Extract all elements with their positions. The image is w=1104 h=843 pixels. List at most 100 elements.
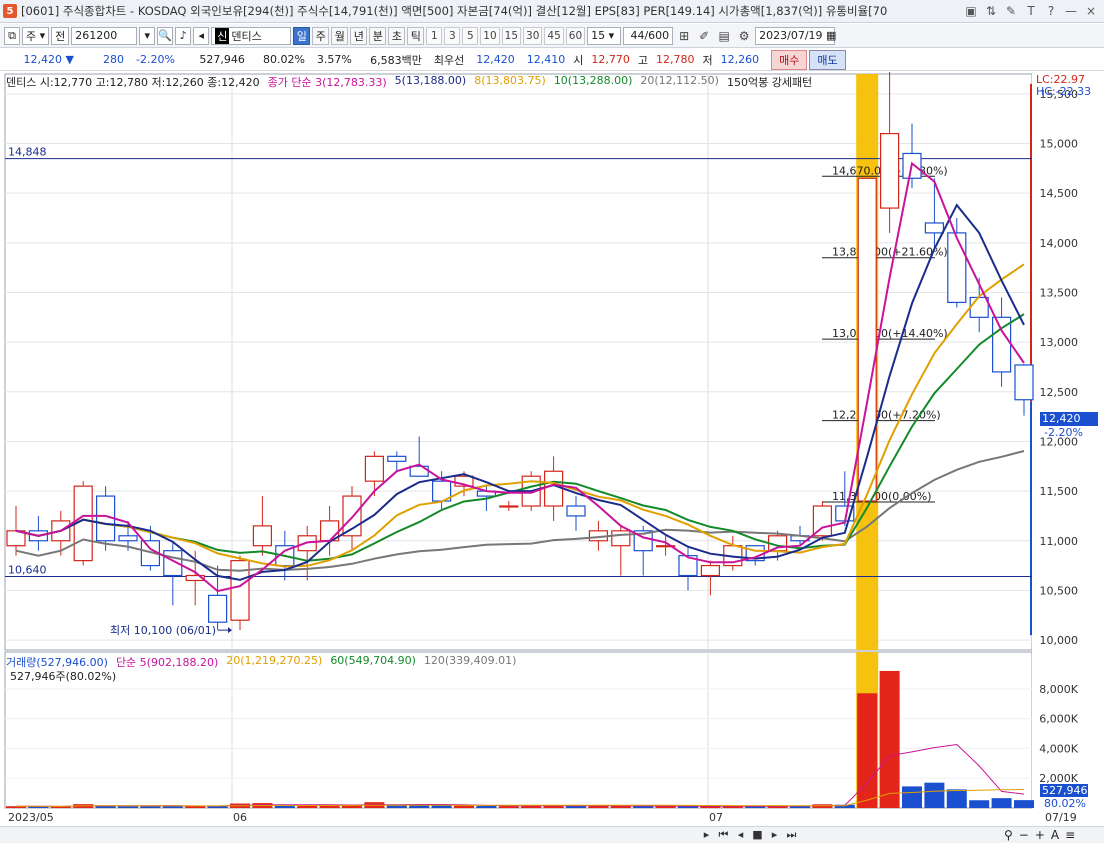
interval-5[interactable]: 5: [462, 26, 479, 45]
period-second[interactable]: 초: [388, 26, 406, 45]
low-price: 12,260: [720, 53, 760, 66]
interval-select[interactable]: 15 ▾: [587, 26, 622, 45]
count-total: /600: [644, 29, 670, 42]
current-price-pct: -2.20%: [1044, 426, 1083, 439]
arrow-left-icon[interactable]: ◂: [193, 26, 210, 45]
prev-icon[interactable]: ◂: [734, 828, 747, 841]
app-icon: 5: [3, 4, 17, 18]
low-label: 저: [702, 53, 713, 67]
volume-bar: [991, 798, 1012, 808]
period-year[interactable]: 년: [350, 26, 368, 45]
volume-sub-label: 527,946주(80.02%): [10, 670, 117, 683]
ask-label: 최우선: [433, 53, 465, 67]
volume-ratio: 80.02%: [262, 53, 305, 66]
hc-value: HC:-22.33: [1036, 85, 1092, 98]
zoom-icon[interactable]: ⊞: [675, 27, 693, 45]
volume-bar: [924, 782, 945, 808]
stock-code-input[interactable]: 261200: [71, 26, 138, 45]
stock-legend: 덴티스 시:12,770 고:12,780 저:12,260 종:12,420: [6, 76, 260, 89]
text-icon[interactable]: T: [1022, 2, 1040, 20]
candle-body: [364, 455, 384, 482]
last-icon[interactable]: ⏭: [785, 828, 798, 841]
zoom-out-icon[interactable]: −: [1019, 828, 1029, 842]
candle-body: [947, 232, 967, 304]
interval-10[interactable]: 10: [480, 26, 500, 45]
first-icon[interactable]: ⏮: [717, 828, 730, 841]
count-input[interactable]: 44/600: [623, 26, 674, 45]
ma20-legend: 20(12,112.50): [640, 74, 719, 87]
x-label-july: 07: [709, 811, 723, 824]
help-icon[interactable]: ?: [1042, 2, 1060, 20]
sell-button[interactable]: 매도: [809, 49, 846, 70]
period-day[interactable]: 일: [293, 26, 311, 45]
volume-bar: [857, 693, 878, 808]
x-label-june: 06: [233, 811, 247, 824]
screen-icon[interactable]: ▣: [962, 2, 980, 20]
period-minute[interactable]: 분: [369, 26, 387, 45]
volume-bar: [902, 786, 922, 808]
stock-code-value: 261200: [75, 29, 118, 42]
interval-15[interactable]: 15: [501, 26, 522, 45]
speaker-icon[interactable]: ♪: [175, 26, 192, 45]
candle-body: [566, 505, 586, 517]
text-size-icon[interactable]: A: [1051, 828, 1059, 842]
code-dropdown-icon[interactable]: ▾: [139, 26, 156, 45]
price-tick-label: 13,500: [1040, 286, 1079, 299]
interval-60[interactable]: 60: [565, 26, 586, 45]
settings-gear-icon[interactable]: ⚙: [735, 27, 753, 45]
interval-3[interactable]: 3: [444, 26, 461, 45]
candle-body: [924, 222, 945, 234]
interval-30[interactable]: 30: [523, 26, 543, 45]
volume-tick-label: 4,000K: [1039, 742, 1078, 755]
save-icon[interactable]: ▤: [715, 27, 733, 45]
candle-body: [543, 470, 564, 507]
volume-bar: [431, 805, 452, 808]
close-icon[interactable]: ×: [1082, 2, 1100, 20]
zoom-search-icon[interactable]: ⚲: [1004, 828, 1013, 842]
date-input[interactable]: 2023/07/19 ▦: [755, 26, 836, 45]
period-tick[interactable]: 틱: [407, 26, 425, 45]
link-icon[interactable]: ⇅: [982, 2, 1000, 20]
price-tick-label: 14,000: [1040, 237, 1079, 250]
mode-label: 주: [26, 29, 37, 43]
draw-icon[interactable]: ✐: [695, 27, 713, 45]
zoom-in-icon[interactable]: +: [1035, 828, 1045, 842]
next-icon[interactable]: ▸: [768, 828, 781, 841]
search-icon[interactable]: 🔍: [157, 26, 174, 45]
ma5-legend: 5(13,188.00): [394, 74, 467, 87]
candle-body: [812, 505, 833, 537]
scroll-right-icon[interactable]: ▸: [700, 828, 713, 841]
high-label: 고: [637, 53, 648, 67]
candle-body: [991, 316, 1012, 373]
price-change: 280: [103, 53, 124, 66]
candle-body: [387, 455, 407, 462]
price-chart[interactable]: 10,00010,50011,00011,50012,00012,50013,0…: [0, 72, 1104, 826]
ma3-legend: 종가 단순 3(12,783.33): [267, 76, 387, 89]
link-toggle-icon[interactable]: ⧉: [4, 26, 20, 45]
stock-name-field[interactable]: 신 덴티스: [211, 26, 292, 45]
volume-bar: [454, 805, 474, 808]
menu-icon[interactable]: ≡: [1065, 828, 1075, 842]
reference-line-label: 14,848: [8, 146, 47, 159]
volume-bar: [1014, 800, 1034, 808]
high-price: 12,780: [656, 53, 695, 66]
x-label-end: 07/19: [1045, 811, 1077, 824]
volume-bar: [498, 806, 519, 808]
candle-body: [969, 296, 989, 318]
period-week[interactable]: 주: [312, 26, 330, 45]
interval-1[interactable]: 1: [426, 26, 443, 45]
current-volume-tag: 527,946: [1040, 784, 1088, 797]
edit-icon[interactable]: ✎: [1002, 2, 1020, 20]
quote-bar: 12,420 ▼ 280 -2.20% 527,946 80.02% 3.57%…: [0, 49, 1104, 71]
minimize-icon[interactable]: —: [1062, 2, 1080, 20]
vol-ma120-legend: 120(339,409.01): [423, 654, 517, 667]
volume-bar: [476, 805, 497, 808]
toolbar: ⧉ 주 ▾ 전 261200 ▾ 🔍 ♪ ◂ 신 덴티스 일 주 월 년 분 초 …: [0, 24, 1104, 48]
candle-body: [700, 564, 721, 577]
buy-button[interactable]: 매수: [771, 49, 808, 70]
period-month[interactable]: 월: [331, 26, 349, 45]
prev-button[interactable]: 전: [51, 26, 70, 45]
stop-icon[interactable]: ■: [751, 828, 764, 841]
mode-select[interactable]: 주 ▾: [22, 26, 50, 45]
interval-45[interactable]: 45: [544, 26, 564, 45]
